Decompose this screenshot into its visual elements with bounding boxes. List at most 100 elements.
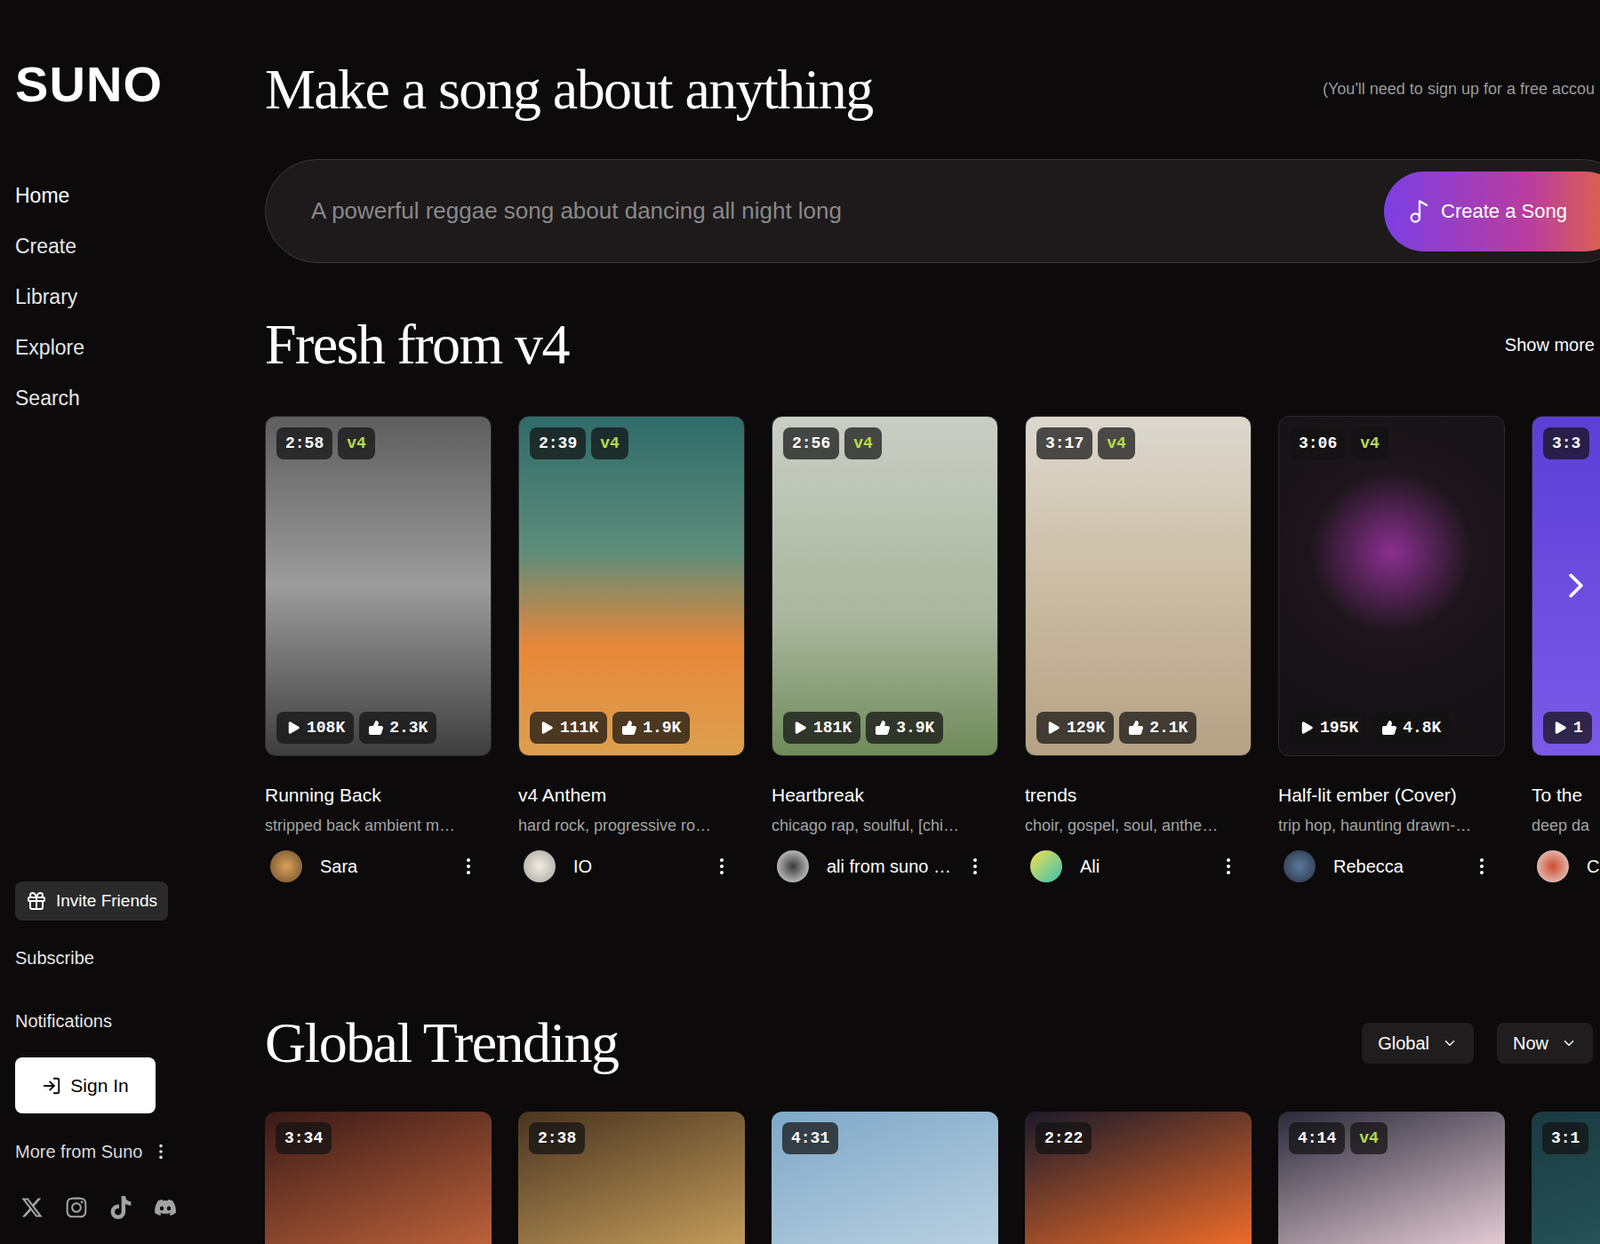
likes-badge: 3.9K — [865, 712, 944, 744]
duration-badge: 3:3 — [1543, 427, 1590, 460]
trending-card[interactable]: 3:34 — [264, 1112, 492, 1244]
author-name[interactable]: IO — [573, 855, 592, 879]
trending-card[interactable]: 4:31 — [771, 1112, 999, 1244]
song-card[interactable]: 2:56v4181K3.9K Heartbreak chicago rap, sou… — [771, 416, 999, 883]
song-card[interactable]: 2:39v4111K1.9Kv4 Anthemhard rock, progre… — [518, 416, 745, 883]
thumbs-up-icon — [621, 720, 638, 736]
song-card[interactable]: 2:58v4108K2.3KRunning Backstripped back … — [264, 416, 492, 883]
likes-badge: 4.8K — [1372, 712, 1450, 744]
duration-badge: 2:58 — [276, 427, 333, 460]
filter-dropdown[interactable]: Global — [1361, 1023, 1474, 1064]
more-icon[interactable] — [457, 856, 480, 878]
song-card[interactable]: 3:06v4195K4.8KHalf-lit ember (Cover)trip… — [1278, 416, 1505, 883]
tiktok-icon[interactable] — [109, 1196, 133, 1220]
more-icon[interactable] — [964, 856, 986, 878]
author-name[interactable]: Sara — [320, 855, 358, 879]
duration-badge: 4:31 — [782, 1122, 839, 1155]
song-cover[interactable]: 3:34 — [264, 1112, 492, 1244]
more-icon[interactable] — [1471, 856, 1493, 878]
duration-badge: 2:38 — [528, 1122, 585, 1155]
song-card[interactable]: 3:31To thedeep daC — [1531, 416, 1600, 883]
trending-card[interactable]: 2:38 — [518, 1112, 745, 1244]
song-title[interactable]: Heartbreak — [771, 783, 999, 808]
sidebar-item[interactable]: Explore — [15, 322, 265, 374]
song-title[interactable]: To the — [1531, 783, 1600, 808]
more-icon[interactable] — [711, 856, 733, 878]
notifications-link[interactable]: Notifications — [15, 1009, 112, 1033]
next-button[interactable] — [1555, 565, 1597, 607]
song-cover[interactable]: 2:22 — [1024, 1112, 1252, 1244]
sign-in-button[interactable]: Sign In — [15, 1057, 156, 1114]
song-title[interactable]: v4 Anthem — [518, 783, 745, 808]
song-cover[interactable]: 2:38 — [518, 1112, 745, 1244]
author-avatar[interactable] — [1030, 850, 1063, 883]
song-cover[interactable]: 3:3 1 — [1531, 416, 1600, 757]
prompt-bar: Create a Song — [264, 159, 1600, 264]
instagram-icon[interactable] — [64, 1196, 88, 1220]
version-badge: v4 — [1097, 427, 1136, 460]
sidebar-item[interactable]: Search — [15, 373, 265, 424]
sidebar-nav: HomeCreateLibraryExploreSearch — [15, 170, 265, 424]
duration-badge: 3:34 — [275, 1122, 332, 1155]
sidebar: SUNO HomeCreateLibraryExploreSearch Invite… — [0, 0, 265, 1244]
song-cover[interactable]: 2:58v4108K2.3K — [264, 416, 492, 757]
sidebar-item[interactable]: Create — [15, 221, 265, 272]
song-cover[interactable]: 3:17v4129K2.1K — [1024, 416, 1252, 757]
author-avatar[interactable] — [1536, 850, 1569, 883]
filter-dropdown[interactable]: Now — [1496, 1023, 1593, 1064]
show-more-link[interactable]: Show more — [1504, 331, 1595, 359]
author-avatar[interactable] — [523, 850, 556, 883]
version-badge: v4 — [1350, 1122, 1388, 1155]
chevron-down-icon — [1441, 1035, 1458, 1052]
song-title[interactable]: Running Back — [264, 783, 492, 808]
sign-in-icon — [41, 1076, 62, 1096]
sidebar-item[interactable]: Library — [15, 272, 265, 323]
author-avatar[interactable] — [776, 850, 809, 883]
plays-badge: 129K — [1036, 712, 1114, 744]
plays-badge: 195K — [1289, 712, 1368, 744]
version-badge: v4 — [591, 427, 629, 460]
author-name[interactable]: Ali — [1080, 855, 1100, 879]
song-tags: choir, gospel, soul, anthe… — [1024, 815, 1252, 837]
author-name[interactable]: ali from suno … — [826, 855, 952, 879]
song-title[interactable]: Half-lit ember (Cover) — [1278, 783, 1505, 808]
discord-icon[interactable] — [153, 1196, 177, 1220]
song-cover[interactable]: 3:06v4 195K4.8K — [1278, 416, 1505, 757]
song-cover[interactable]: 2:56v4181K3.9K — [771, 416, 999, 757]
song-cover[interactable]: 4:31 — [771, 1112, 999, 1244]
duration-badge: 2:22 — [1035, 1122, 1092, 1155]
chevron-right-icon — [1555, 565, 1597, 607]
plays-badge: 111K — [529, 712, 608, 744]
x-icon[interactable] — [20, 1196, 44, 1220]
invite-friends-button[interactable]: Invite Friends — [15, 881, 168, 921]
duration-badge: 3:06 — [1289, 427, 1346, 460]
song-tags: chicago rap, soulful, [chi… — [771, 815, 999, 837]
version-badge: v4 — [337, 427, 376, 460]
subscribe-link[interactable]: Subscribe — [15, 946, 95, 970]
trending-card[interactable]: 2:22 — [1024, 1112, 1252, 1244]
author-avatar[interactable] — [1283, 850, 1316, 883]
song-cover[interactable]: 2:39v4111K1.9K — [518, 416, 745, 757]
prompt-input[interactable] — [311, 193, 1384, 229]
section-title: Fresh from v4 — [264, 311, 569, 378]
song-card[interactable]: 3:17v4129K2.1Ktrendschoir, gospel, soul,… — [1024, 416, 1252, 883]
duration-badge: 3:1 — [1542, 1122, 1589, 1155]
author-name[interactable]: Rebecca — [1333, 855, 1404, 879]
more-from-suno[interactable]: More from Suno — [15, 1140, 171, 1164]
trending-card[interactable]: 3:1 — [1531, 1112, 1600, 1244]
more-icon[interactable] — [1217, 856, 1240, 878]
plays-badge: 1 — [1543, 712, 1592, 744]
author-name[interactable]: C — [1586, 855, 1600, 879]
sidebar-item[interactable]: Home — [15, 170, 265, 222]
song-title[interactable]: trends — [1024, 783, 1252, 808]
song-cover[interactable]: 4:14v4 — [1278, 1112, 1505, 1244]
trending-card[interactable]: 4:14v4 — [1278, 1112, 1505, 1244]
version-badge: v4 — [1351, 427, 1389, 460]
author-avatar[interactable] — [270, 850, 303, 883]
create-song-button[interactable]: Create a Song — [1384, 171, 1600, 252]
thumbs-up-icon — [1381, 720, 1398, 736]
play-icon — [1045, 720, 1062, 736]
page-title: Make a song about anything — [264, 56, 873, 123]
logo[interactable]: SUNO — [15, 59, 265, 110]
song-cover[interactable]: 3:1 — [1531, 1112, 1600, 1244]
